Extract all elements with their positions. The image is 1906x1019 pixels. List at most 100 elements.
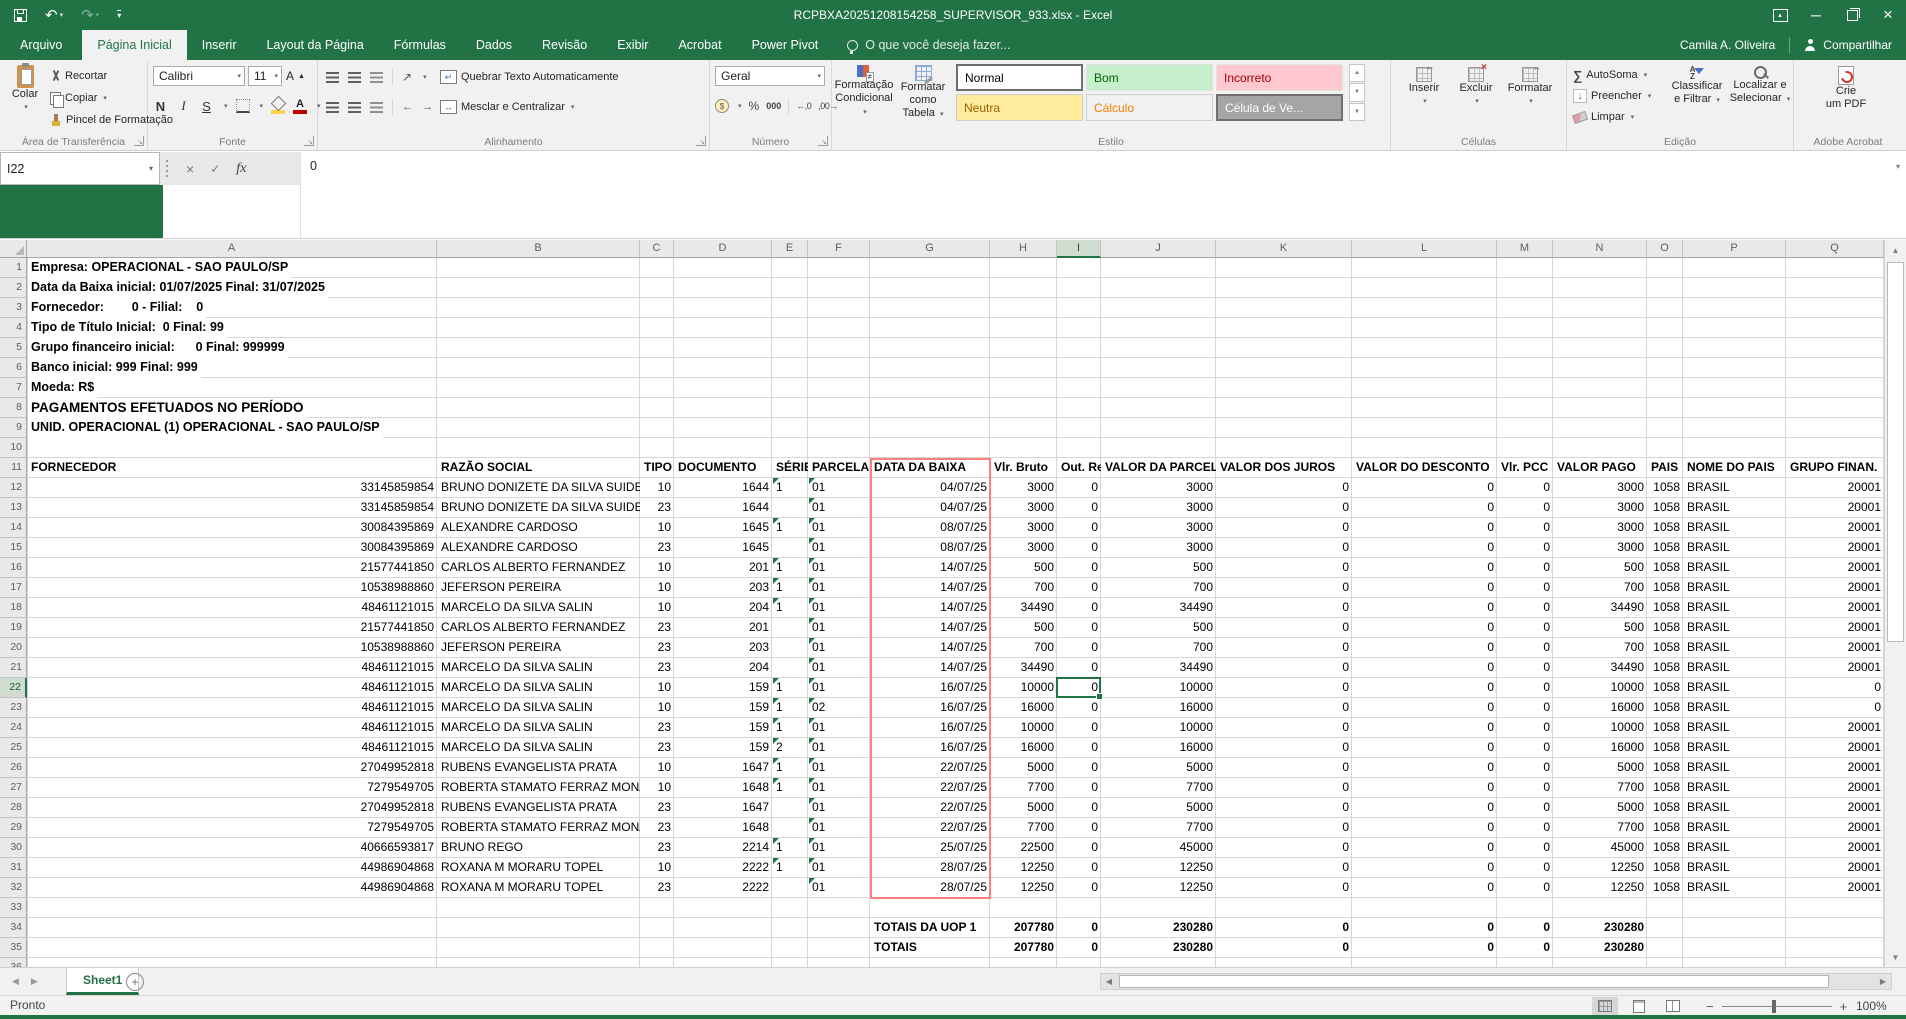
grid-cell-M11[interactable]: Vlr. PCC bbox=[1498, 458, 1553, 478]
align-left-icon[interactable] bbox=[326, 102, 339, 113]
grid-cell-L16[interactable]: 0 bbox=[1353, 558, 1497, 578]
grid-cell-D29[interactable]: 1648 bbox=[675, 818, 772, 838]
grid-cell-N28[interactable]: 5000 bbox=[1554, 798, 1647, 818]
grid-cell-M16[interactable]: 0 bbox=[1498, 558, 1553, 578]
grid-cell-P32[interactable]: BRASIL bbox=[1684, 878, 1786, 898]
grid-cell-D14[interactable]: 1645 bbox=[675, 518, 772, 538]
grid-cell-A27[interactable]: 7279549705 bbox=[28, 778, 437, 798]
grid-cell-J30[interactable]: 45000 bbox=[1102, 838, 1216, 858]
row-header-26[interactable]: 26 bbox=[0, 758, 27, 778]
grid-cell-D16[interactable]: 201 bbox=[675, 558, 772, 578]
vertical-scroll-thumb[interactable] bbox=[1887, 262, 1904, 642]
grid-cell-O24[interactable]: 1058 bbox=[1648, 718, 1683, 738]
grid-cell-P31[interactable]: BRASIL bbox=[1684, 858, 1786, 878]
grid-cell-F16[interactable]: 01 bbox=[809, 558, 870, 578]
select-all-button[interactable] bbox=[0, 240, 27, 258]
grid-cell-D11[interactable]: DOCUMENTO bbox=[675, 458, 772, 478]
grid-cell-N14[interactable]: 3000 bbox=[1554, 518, 1647, 538]
grid-cell-H31[interactable]: 12250 bbox=[991, 858, 1057, 878]
grid-cell-G29[interactable]: 22/07/25 bbox=[871, 818, 990, 838]
column-header-K[interactable]: K bbox=[1216, 240, 1352, 258]
row-header-10[interactable]: 10 bbox=[0, 438, 27, 458]
grid-cell-F29[interactable]: 01 bbox=[809, 818, 870, 838]
grid-cell-F27[interactable]: 01 bbox=[809, 778, 870, 798]
grid-cell-G18[interactable]: 14/07/25 bbox=[871, 598, 990, 618]
grid-cell-E16[interactable]: 1 bbox=[773, 558, 808, 578]
grid-cell-L21[interactable]: 0 bbox=[1353, 658, 1497, 678]
grid-cell-L34[interactable]: 0 bbox=[1353, 918, 1497, 938]
column-header-M[interactable]: M bbox=[1497, 240, 1553, 258]
grid-cell-K24[interactable]: 0 bbox=[1217, 718, 1352, 738]
column-header-D[interactable]: D bbox=[674, 240, 772, 258]
redo-menu-arrow-icon[interactable]: ▾ bbox=[96, 12, 100, 19]
row-header-19[interactable]: 19 bbox=[0, 618, 27, 638]
grid-cell-L13[interactable]: 0 bbox=[1353, 498, 1497, 518]
row-header-12[interactable]: 12 bbox=[0, 478, 27, 498]
grid-cell-C23[interactable]: 10 bbox=[641, 698, 674, 718]
sort-filter-button[interactable]: AZ Classificar e Filtrar ▾ bbox=[1667, 66, 1727, 107]
column-header-J[interactable]: J bbox=[1101, 240, 1216, 258]
grid-cell-N21[interactable]: 34490 bbox=[1554, 658, 1647, 678]
grid-cell-C18[interactable]: 10 bbox=[641, 598, 674, 618]
insert-cells-button[interactable]: ← Inserir ▾ bbox=[1399, 67, 1449, 108]
grid-cell-Q19[interactable]: 20001 bbox=[1787, 618, 1884, 638]
user-name[interactable]: Camila A. Oliveira bbox=[1680, 38, 1775, 52]
grid-cell-Q23[interactable]: 0 bbox=[1787, 698, 1884, 718]
merge-center-button[interactable]: ↔ Mesclar e Centralizar ▾ bbox=[440, 97, 574, 117]
grid-cell-E27[interactable]: 1 bbox=[773, 778, 808, 798]
zoom-out-button[interactable]: − bbox=[1706, 999, 1714, 1014]
grid-cell-D32[interactable]: 2222 bbox=[675, 878, 772, 898]
grid-cell-J18[interactable]: 34490 bbox=[1102, 598, 1216, 618]
column-header-C[interactable]: C bbox=[640, 240, 674, 258]
scroll-down-icon[interactable]: ▼ bbox=[1885, 947, 1906, 967]
grid-cell-N20[interactable]: 700 bbox=[1554, 638, 1647, 658]
grid-cell-J24[interactable]: 10000 bbox=[1102, 718, 1216, 738]
grid-cell-J25[interactable]: 16000 bbox=[1102, 738, 1216, 758]
row-header-7[interactable]: 7 bbox=[0, 378, 27, 398]
format-arrow-icon[interactable]: ▾ bbox=[1529, 95, 1533, 108]
grid-cell-F28[interactable]: 01 bbox=[809, 798, 870, 818]
row-header-24[interactable]: 24 bbox=[0, 718, 27, 738]
grid-cell-N31[interactable]: 12250 bbox=[1554, 858, 1647, 878]
grid-cell-H22[interactable]: 10000 bbox=[991, 678, 1057, 698]
copy-menu-arrow-icon[interactable]: ▾ bbox=[103, 94, 107, 102]
grid-cell-F19[interactable]: 01 bbox=[809, 618, 870, 638]
grid-cell-I21[interactable]: 0 bbox=[1058, 658, 1101, 678]
grid-cell-H18[interactable]: 34490 bbox=[991, 598, 1057, 618]
grid-cell-N23[interactable]: 16000 bbox=[1554, 698, 1647, 718]
grid-cell-H25[interactable]: 16000 bbox=[991, 738, 1057, 758]
grid-cell-B19[interactable]: CARLOS ALBERTO FERNANDEZ bbox=[438, 618, 640, 638]
grid-cell-C11[interactable]: TIPO bbox=[641, 458, 674, 478]
grid-cell-B26[interactable]: RUBENS EVANGELISTA PRATA bbox=[438, 758, 640, 778]
grid-cell-O22[interactable]: 1058 bbox=[1648, 678, 1683, 698]
grid-cell-D28[interactable]: 1647 bbox=[675, 798, 772, 818]
grid-cell-A12[interactable]: 33145859854 bbox=[28, 478, 437, 498]
paste-menu-arrow-icon[interactable]: ▾ bbox=[24, 101, 28, 114]
grid-cell-L18[interactable]: 0 bbox=[1353, 598, 1497, 618]
grid-cell-J19[interactable]: 500 bbox=[1102, 618, 1216, 638]
grid-cell-A5[interactable]: Grupo financeiro inicial: 0 Final: 99999… bbox=[28, 338, 288, 358]
align-center-icon[interactable] bbox=[348, 102, 361, 113]
grid-cell-L32[interactable]: 0 bbox=[1353, 878, 1497, 898]
grid-cell-G19[interactable]: 14/07/25 bbox=[871, 618, 990, 638]
tab-revis-o[interactable]: Revisão bbox=[527, 30, 602, 60]
grid-cell-H30[interactable]: 22500 bbox=[991, 838, 1057, 858]
grid-cell-O32[interactable]: 1058 bbox=[1648, 878, 1683, 898]
grid-cell-A14[interactable]: 30084395869 bbox=[28, 518, 437, 538]
grid-cell-O20[interactable]: 1058 bbox=[1648, 638, 1683, 658]
grid-cell-A25[interactable]: 48461121015 bbox=[28, 738, 437, 758]
grid-cell-L26[interactable]: 0 bbox=[1353, 758, 1497, 778]
tellme-box[interactable]: O que você deseja fazer... bbox=[833, 30, 1024, 60]
grid-cell-A13[interactable]: 33145859854 bbox=[28, 498, 437, 518]
grid-cell-A1[interactable]: Empresa: OPERACIONAL - SAO PAULO/SP bbox=[28, 258, 291, 278]
row-header-29[interactable]: 29 bbox=[0, 818, 27, 838]
grid-cell-O23[interactable]: 1058 bbox=[1648, 698, 1683, 718]
grid-cell-N27[interactable]: 7700 bbox=[1554, 778, 1647, 798]
underline-button[interactable]: S bbox=[199, 99, 214, 114]
tab-f-rmulas[interactable]: Fórmulas bbox=[379, 30, 461, 60]
grid-cell-J31[interactable]: 12250 bbox=[1102, 858, 1216, 878]
grid-cell-M24[interactable]: 0 bbox=[1498, 718, 1553, 738]
grid-cell-H27[interactable]: 7700 bbox=[991, 778, 1057, 798]
grid-cell-A3[interactable]: Fornecedor: 0 - Filial: 0 bbox=[28, 298, 206, 318]
delete-cells-button[interactable]: × Excluir ▾ bbox=[1451, 67, 1501, 108]
